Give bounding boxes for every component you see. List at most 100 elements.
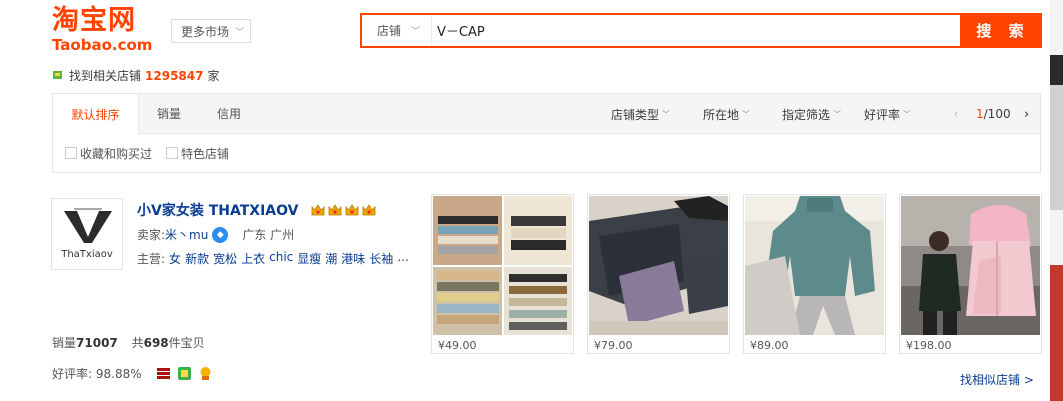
total-prefix: 共: [131, 336, 144, 350]
checkbox-box[interactable]: [65, 147, 77, 159]
sort-default[interactable]: 默认排序: [53, 93, 139, 135]
crown-rating: [310, 202, 378, 218]
category-tag[interactable]: 潮: [325, 250, 337, 267]
filter-location-label: 所在地: [703, 107, 740, 122]
product-card[interactable]: ¥49.00: [431, 194, 574, 354]
product-price: ¥198.00: [906, 339, 952, 352]
shop-logo[interactable]: ThaTxiaov: [51, 198, 123, 270]
category-tag[interactable]: 长袖: [369, 250, 393, 267]
filter-rating-label: 好评率: [864, 107, 901, 122]
category-tag[interactable]: 新款: [185, 250, 209, 267]
product-price: ¥89.00: [750, 339, 789, 352]
prev-page-icon[interactable]: ‹: [948, 107, 964, 122]
result-count: 找到相关店铺 1295847 家: [52, 67, 219, 84]
logo-chinese: 淘宝网: [52, 5, 136, 36]
product-card[interactable]: ¥198.00: [899, 194, 1042, 354]
category-tag[interactable]: 显瘦: [297, 250, 321, 267]
sales-summary: 销量71007 共698件宝贝: [52, 334, 205, 351]
category-tag[interactable]: 宽松: [213, 250, 237, 267]
gold-medal-icon[interactable]: [198, 366, 213, 381]
rating-value: 98.88%: [95, 366, 142, 381]
chevron-down-icon: ﹀: [411, 27, 421, 37]
result-number: 1295847: [145, 68, 204, 83]
shop-logo-text: ThaTxiaov: [61, 249, 113, 260]
total-pages: /100: [983, 107, 1011, 121]
chevron-down-icon: ﹀: [662, 109, 671, 119]
product-image[interactable]: [745, 196, 884, 335]
checkbox-label: 收藏和购买过: [80, 146, 153, 161]
product-card[interactable]: ¥89.00: [743, 194, 886, 354]
chevron-down-icon: ﹀: [833, 109, 842, 119]
category-tag[interactable]: chic: [269, 250, 293, 267]
shop-logo-mark-icon: [64, 208, 112, 243]
search-bar: 店铺 ﹀ 搜 索: [360, 13, 1042, 48]
chevron-down-icon: ﹀: [235, 27, 245, 38]
logo-english: Taobao.com: [52, 36, 153, 54]
seller-info: 卖家: 米丶mu ◆ 广东 广州: [137, 226, 294, 243]
total-suffix: 件宝贝: [168, 336, 205, 350]
shop-name-link[interactable]: 小V家女装 THATXIAOV: [137, 200, 298, 220]
sales-value: 71007: [76, 336, 118, 350]
more-markets-dropdown[interactable]: 更多市场 ﹀: [171, 19, 251, 43]
pager: ‹ 1 /100 ›: [948, 94, 1035, 134]
product-image[interactable]: [433, 196, 572, 335]
chevron-down-icon: ﹀: [742, 109, 751, 119]
seller-name-link[interactable]: 米丶mu: [165, 226, 208, 243]
shop-service-icons: [156, 366, 219, 381]
consumer-protection-icon[interactable]: [177, 366, 192, 381]
crown-icon: [312, 204, 325, 216]
filter-specified-label: 指定筛选: [782, 107, 831, 122]
shop-title: 小V家女装 THATXIAOV: [137, 200, 378, 220]
rating-label: 好评率:: [52, 367, 93, 381]
crown-icon: [346, 204, 359, 216]
category-tag[interactable]: 港味: [341, 250, 365, 267]
result-prefix: 找到相关店铺: [69, 69, 142, 83]
result-suffix: 家: [207, 69, 220, 83]
sort-sales[interactable]: 销量: [139, 94, 199, 134]
taobao-logo[interactable]: 淘宝网 Taobao.com: [52, 6, 162, 56]
seller-label: 卖家:: [137, 228, 166, 242]
total-items: 698: [143, 336, 169, 350]
more-markets-label: 更多市场: [181, 24, 230, 39]
search-input[interactable]: [432, 15, 960, 46]
product-image[interactable]: [901, 196, 1040, 335]
chevron-down-icon: ﹀: [903, 109, 912, 119]
filter-location[interactable]: 所在地 ﹀: [703, 94, 750, 134]
filter-panel: 默认排序 销量 信用 店铺类型 ﹀ 所在地 ﹀ 指定筛选 ﹀ 好评率 ﹀ ‹ 1 /10…: [52, 93, 1041, 173]
edge-block: [1050, 85, 1063, 210]
crown-icon: [363, 204, 376, 216]
search-type-label: 店铺: [377, 24, 402, 38]
wangwang-chat-icon[interactable]: ◆: [212, 226, 229, 243]
filter-shop-type-label: 店铺类型: [611, 107, 660, 122]
product-card[interactable]: ¥79.00: [587, 194, 730, 354]
search-type-dropdown[interactable]: 店铺 ﹀: [362, 15, 432, 46]
filter-rating[interactable]: 好评率 ﹀: [864, 94, 911, 134]
filter-shop-type[interactable]: 店铺类型 ﹀: [611, 94, 670, 134]
extra-filters: 收藏和购买过 特色店铺: [53, 134, 1040, 172]
category-more[interactable]: ...: [397, 250, 408, 267]
good-rating: 好评率: 98.88%: [52, 365, 219, 382]
find-similar-shops-link[interactable]: 找相似店铺 >: [960, 371, 1034, 388]
filter-specified[interactable]: 指定筛选 ﹀: [782, 94, 841, 134]
checkbox-box[interactable]: [166, 147, 179, 159]
sort-credit[interactable]: 信用: [199, 94, 259, 134]
crown-icon: [329, 204, 342, 216]
edge-block: [1050, 265, 1063, 401]
result-flag-icon: [53, 71, 62, 79]
edge-block: [1050, 55, 1063, 85]
main-categories: 主营: 女 新款 宽松 上衣 chic 显瘦 潮 港味 长袖 ...: [137, 250, 412, 267]
right-edge-strip: [1050, 0, 1063, 401]
next-page-icon[interactable]: ›: [1019, 107, 1035, 122]
checkbox-label: 特色店铺: [181, 146, 230, 161]
category-tag[interactable]: 女: [169, 250, 181, 267]
sort-bar: 默认排序 销量 信用 店铺类型 ﹀ 所在地 ﹀ 指定筛选 ﹀ 好评率 ﹀ ‹ 1 /10…: [53, 93, 1040, 135]
sales-label: 销量: [52, 336, 77, 350]
category-tag[interactable]: 上衣: [241, 250, 265, 267]
checkbox-featured[interactable]: 特色店铺: [166, 145, 229, 162]
bars-service-icon[interactable]: [156, 366, 171, 381]
checkbox-purchased[interactable]: 收藏和购买过: [65, 145, 152, 162]
seller-location: 广东 广州: [242, 228, 295, 242]
search-button[interactable]: 搜 索: [960, 15, 1040, 46]
main-label: 主营:: [137, 252, 166, 266]
product-image[interactable]: [589, 196, 728, 335]
